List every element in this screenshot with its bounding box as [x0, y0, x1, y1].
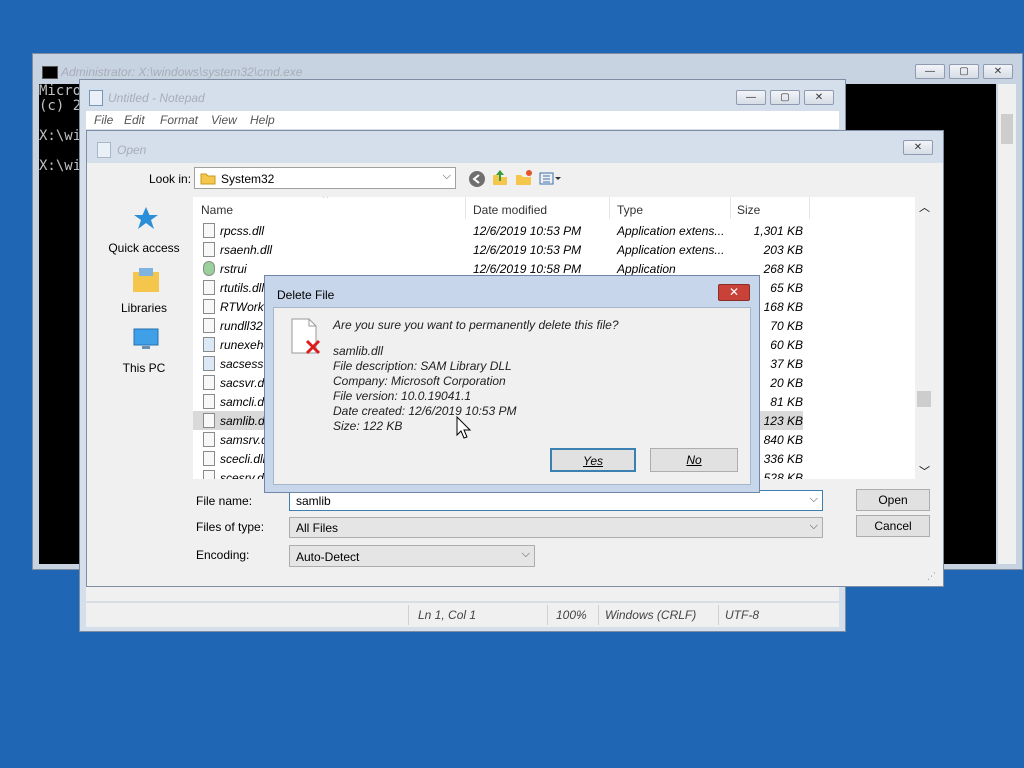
dll-file-icon: [203, 470, 215, 479]
menu-format[interactable]: Format: [160, 113, 198, 127]
chevron-down-icon: ⌵: [442, 170, 451, 182]
exe-file-icon: [203, 337, 215, 352]
delete-dialog-body: Are you sure you want to permanently del…: [273, 307, 751, 485]
status-eol: Windows (CRLF): [605, 608, 697, 622]
open-button[interactable]: Open: [856, 489, 930, 511]
look-in-value: System32: [221, 172, 275, 186]
chevron-down-icon: ⌵: [809, 520, 818, 532]
view-menu-icon[interactable]: [539, 171, 563, 187]
cmd-scrollbar[interactable]: [998, 84, 1016, 564]
yes-button[interactable]: Yes: [550, 448, 636, 472]
status-position: Ln 1, Col 1: [418, 608, 477, 622]
encoding-select[interactable]: Auto-Detect ⌵: [289, 545, 535, 567]
column-type[interactable]: Type: [617, 203, 643, 217]
no-button[interactable]: No: [650, 448, 738, 472]
dll-file-icon: [203, 280, 215, 295]
delete-question: Are you sure you want to permanently del…: [333, 318, 619, 332]
notepad-title: Untitled - Notepad: [108, 91, 205, 105]
cmd-scrollbar-thumb[interactable]: [1001, 114, 1013, 144]
place-label: This PC: [122, 361, 166, 375]
cancel-button[interactable]: Cancel: [856, 515, 930, 537]
delete-file-version: File version: 10.0.19041.1: [333, 389, 472, 403]
chevron-down-icon[interactable]: ⌵: [810, 493, 818, 506]
column-size[interactable]: Size: [737, 203, 760, 217]
notepad-icon: [89, 90, 103, 106]
sort-ascending-icon: ^: [323, 197, 328, 204]
cmd-minimize-button[interactable]: —: [915, 64, 945, 79]
scrollbar-thumb[interactable]: [917, 391, 931, 407]
place-label: Libraries: [120, 301, 168, 315]
menu-file[interactable]: File: [94, 113, 113, 127]
open-close-button[interactable]: ✕: [903, 140, 933, 155]
exe-file-icon: [203, 356, 215, 371]
file-type-select[interactable]: All Files ⌵: [289, 517, 823, 538]
dll-file-icon: [203, 375, 215, 390]
delete-file-warning-icon: [291, 318, 321, 355]
dll-file-icon: [203, 413, 215, 428]
look-in-combo[interactable]: System32 ⌵: [194, 167, 456, 189]
place-this-pc[interactable]: This PC: [99, 323, 189, 379]
status-encoding: UTF-8: [725, 608, 759, 622]
up-folder-icon[interactable]: [491, 169, 509, 187]
dll-file-icon: [203, 299, 215, 314]
open-titlebar: [87, 131, 943, 163]
notepad-menubar: File Edit Format View Help: [86, 111, 839, 129]
new-folder-icon[interactable]: [515, 169, 533, 187]
notepad-close-button[interactable]: ✕: [804, 90, 834, 105]
exe-file-icon: [203, 318, 215, 333]
file-list-scrollbar[interactable]: ︿ ﹀: [915, 197, 933, 479]
file-name-label: File name:: [196, 494, 253, 508]
delete-file-company: Company: Microsoft Corporation: [333, 374, 506, 388]
notepad-statusbar: Ln 1, Col 1 100% Windows (CRLF) UTF-8: [86, 602, 839, 627]
menu-help[interactable]: Help: [250, 113, 275, 127]
dll-file-icon: [203, 432, 215, 447]
delete-dialog-title: Delete File: [277, 288, 335, 302]
dll-file-icon: [203, 394, 215, 409]
this-pc-icon: [133, 328, 159, 349]
restore-app-icon: [203, 261, 215, 276]
quick-access-star-icon: [134, 207, 158, 229]
dll-file-icon: [203, 451, 215, 466]
place-quick-access[interactable]: Quick access: [99, 203, 189, 259]
delete-file-size: Size: 122 KB: [333, 419, 403, 433]
delete-file-date: Date created: 12/6/2019 10:53 PM: [333, 404, 517, 418]
file-list-header: Name ^ Date modified Type Size: [193, 197, 933, 219]
notepad-maximize-button[interactable]: ▢: [770, 90, 800, 105]
notepad-icon: [97, 142, 111, 158]
delete-file-dialog[interactable]: Delete File ✕ Are you sure you want to p…: [264, 275, 760, 493]
notepad-minimize-button[interactable]: —: [736, 90, 766, 105]
scroll-down-icon[interactable]: ﹀: [919, 463, 930, 479]
file-name-input[interactable]: samlib ⌵: [289, 490, 823, 511]
mouse-cursor-icon: [456, 416, 472, 439]
resize-grip-icon[interactable]: ⋰: [927, 571, 936, 582]
cmd-icon: [42, 66, 58, 79]
cmd-maximize-button[interactable]: ▢: [949, 64, 979, 79]
status-zoom: 100%: [556, 608, 587, 622]
scroll-up-icon[interactable]: ︿: [919, 199, 930, 215]
file-row[interactable]: rpcss.dll 12/6/2019 10:53 PM Application…: [193, 221, 803, 240]
place-libraries[interactable]: Libraries: [99, 263, 189, 319]
file-row[interactable]: rsaenh.dll 12/6/2019 10:53 PM Applicatio…: [193, 240, 803, 259]
dll-file-icon: [203, 223, 215, 238]
dll-file-icon: [203, 242, 215, 257]
folder-icon: [200, 173, 216, 185]
column-name[interactable]: Name: [201, 203, 233, 217]
place-label: Quick access: [108, 241, 180, 255]
chevron-down-icon: ⌵: [521, 548, 530, 560]
delete-dialog-close-button[interactable]: ✕: [718, 284, 750, 301]
menu-view[interactable]: View: [211, 113, 237, 127]
cmd-close-button[interactable]: ✕: [983, 64, 1013, 79]
delete-file-name: samlib.dll: [333, 344, 384, 358]
encoding-label: Encoding:: [196, 548, 250, 562]
menu-edit[interactable]: Edit: [124, 113, 145, 127]
look-in-label: Look in:: [149, 172, 192, 186]
libraries-icon: [133, 268, 159, 292]
cmd-title: Administrator: X:\windows\system32\cmd.e…: [61, 65, 303, 79]
file-type-label: Files of type:: [196, 520, 265, 534]
notepad-hscrollbar[interactable]: [86, 585, 839, 601]
column-date[interactable]: Date modified: [473, 203, 547, 217]
open-title: Open: [117, 143, 147, 157]
back-icon[interactable]: [468, 170, 486, 188]
delete-file-description: File description: SAM Library DLL: [333, 359, 512, 373]
